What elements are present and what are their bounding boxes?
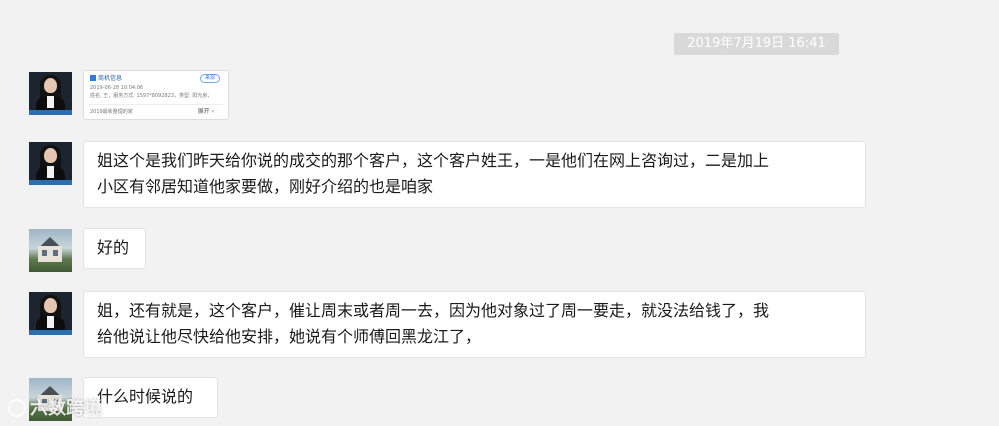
business-card-message[interactable]: 商机信息 来源 2019-06-28 10:04:06 姓名: 王，服务方式: …: [83, 70, 229, 120]
customer-avatar[interactable]: [29, 229, 72, 272]
watermark: 六数跨境: [8, 394, 102, 420]
card-footer: 2019最新整理的家: [90, 109, 133, 115]
card-divider: [89, 104, 223, 105]
message-bubble[interactable]: 姐这个是我们昨天给你说的成交的那个客户，这个客户姓王，一是他们在网上咨询过，二是…: [83, 141, 866, 208]
agent-avatar[interactable]: [29, 292, 72, 335]
card-title: 商机信息: [90, 75, 122, 83]
message-text-line: 姐，还有就是，这个客户，催让周末或者周一去，因为他对象过了周一要走，就没法给钱了…: [97, 301, 770, 320]
message-bubble[interactable]: 姐，还有就是，这个客户，催让周末或者周一去，因为他对象过了周一要走，就没法给钱了…: [83, 291, 866, 358]
agent-avatar[interactable]: [29, 72, 72, 115]
watermark-text: 六数跨境: [30, 398, 102, 419]
card-badge: 来源: [199, 74, 220, 83]
message-text-line: 姐这个是我们昨天给你说的成交的那个客户，这个客户姓王，一是他们在网上咨询过，二是…: [97, 151, 770, 170]
card-expand-link[interactable]: 展开 ›: [198, 108, 214, 116]
watermark-logo-icon: [8, 399, 26, 417]
card-info: 姓名: 王，服务方式: 1597*8092823，类型: 阳光房，: [90, 93, 213, 99]
message-text-line: 小区有邻居知道他家要做，刚好介绍的也是咱家: [97, 177, 434, 196]
message-bubble[interactable]: 好的: [83, 228, 146, 269]
message-text-line: 什么时候说的: [97, 387, 194, 406]
message-text-line: 给他说让他尽快给他安排，她说有个师傅回黑龙江了，: [97, 327, 482, 346]
card-date: 2019-06-28 10:04:06: [90, 85, 144, 91]
message-bubble[interactable]: 什么时候说的: [83, 377, 218, 418]
message-text-line: 好的: [97, 238, 130, 257]
agent-avatar[interactable]: [29, 142, 72, 185]
timestamp: 2019年7月19日 16:41: [674, 33, 839, 55]
